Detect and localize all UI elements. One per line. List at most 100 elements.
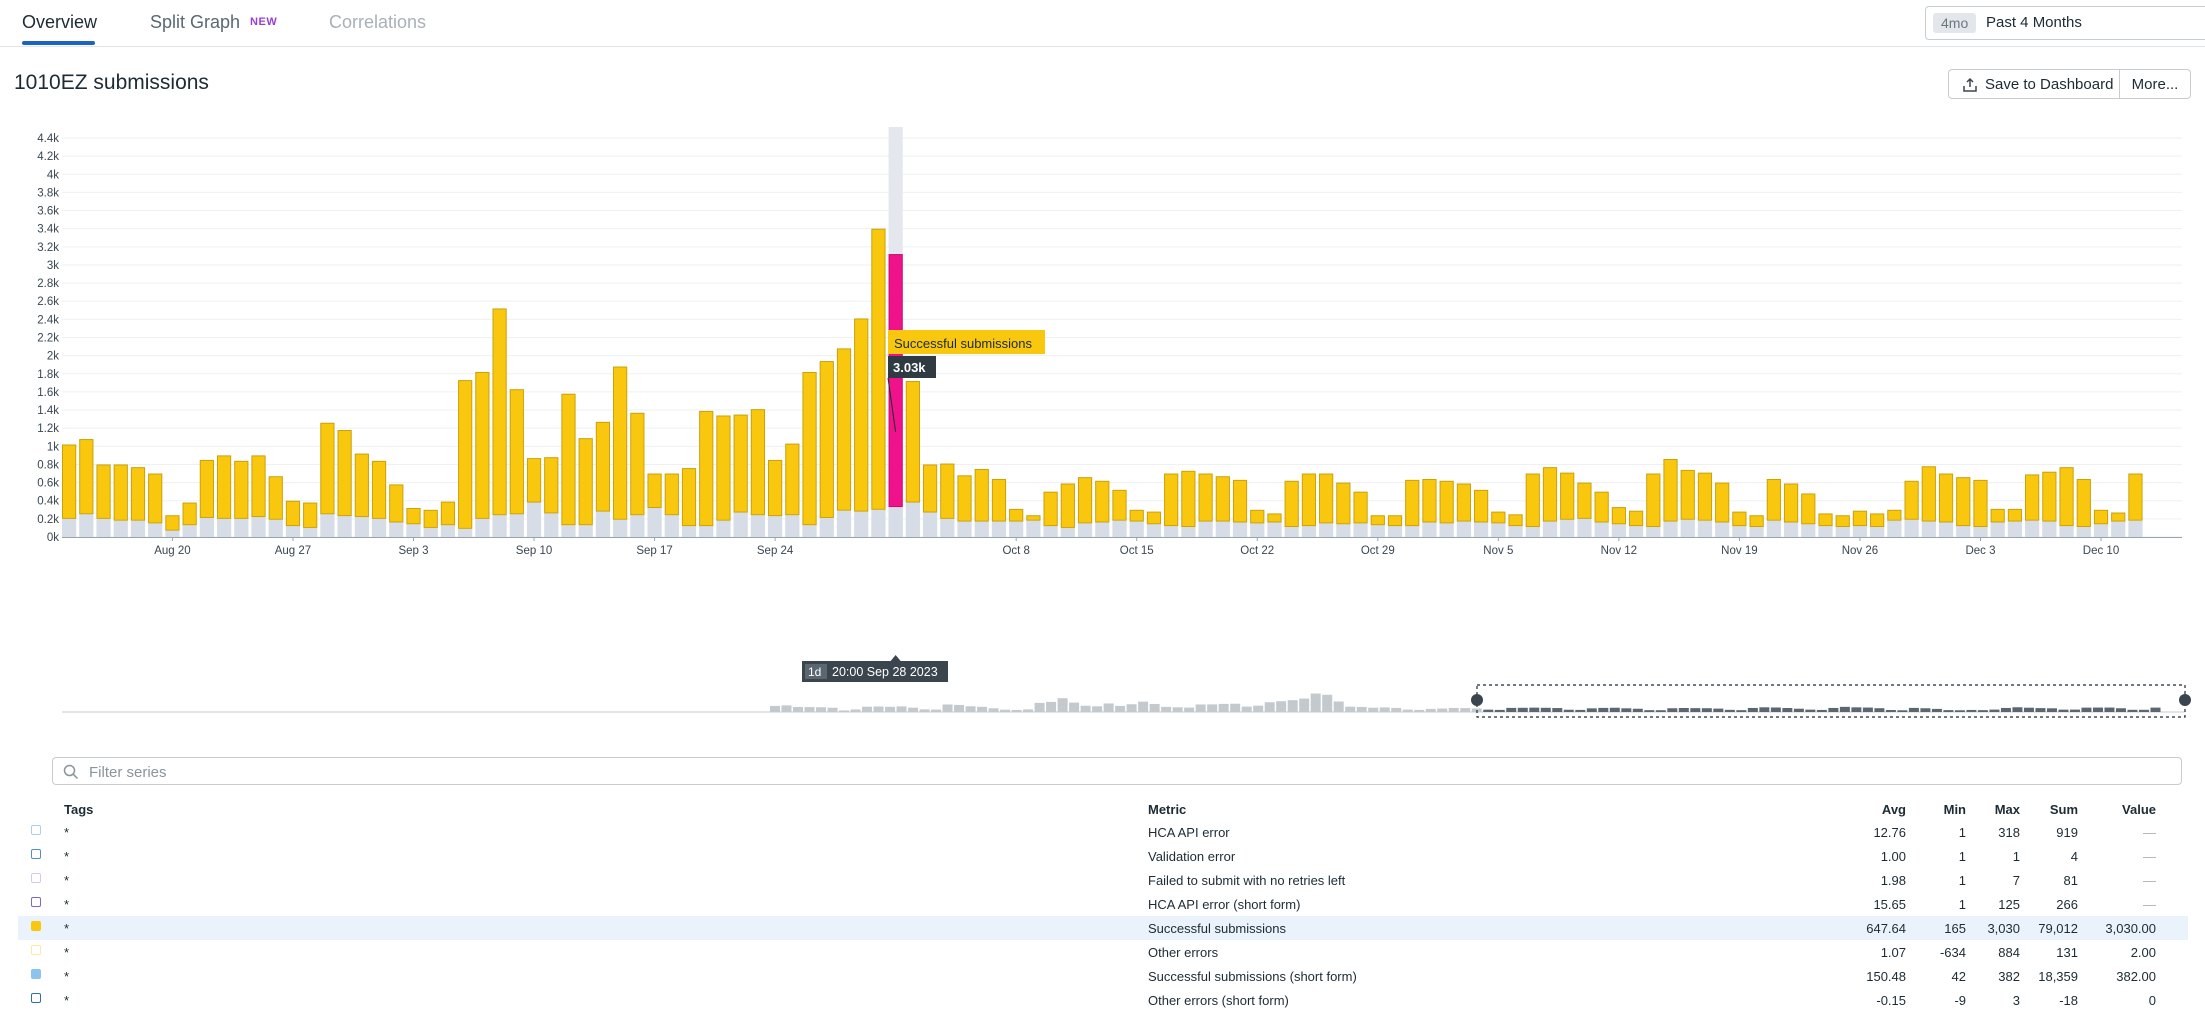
bar-successful[interactable] xyxy=(664,473,679,516)
bar-short-form[interactable] xyxy=(148,523,163,537)
bar-successful[interactable] xyxy=(2128,473,2143,521)
bar-short-form[interactable] xyxy=(1525,527,1540,537)
bar-short-form[interactable] xyxy=(1749,527,1764,537)
bar-successful[interactable] xyxy=(750,409,766,516)
bar-short-form[interactable] xyxy=(389,522,404,537)
bar-short-form[interactable] xyxy=(922,512,938,537)
bar-successful[interactable] xyxy=(2059,467,2074,527)
bar-short-form[interactable] xyxy=(1491,523,1506,537)
bar-short-form[interactable] xyxy=(458,528,473,537)
bar-successful[interactable] xyxy=(1164,473,1179,527)
bar-short-form[interactable] xyxy=(1783,522,1799,537)
bar-short-form[interactable] xyxy=(1508,526,1523,537)
bar-short-form[interactable] xyxy=(1301,526,1317,537)
bar-short-form[interactable] xyxy=(544,513,559,537)
bar-successful[interactable] xyxy=(1560,472,1575,520)
bar-short-form[interactable] xyxy=(1112,520,1127,537)
bar-successful[interactable] xyxy=(406,507,421,525)
bar-short-form[interactable] xyxy=(113,520,128,537)
bar-successful[interactable] xyxy=(216,455,232,519)
legend-row[interactable]: * Other errors 1.07 -634 884 131 2.00 xyxy=(18,940,2188,964)
bar-successful[interactable] xyxy=(922,464,938,513)
bar-successful[interactable] xyxy=(1198,473,1213,522)
more-button[interactable]: More... xyxy=(2119,69,2191,99)
tab-overview[interactable]: Overview xyxy=(22,12,97,33)
bar-short-form[interactable] xyxy=(1043,526,1058,537)
tab-correlations[interactable]: Correlations xyxy=(329,12,426,33)
bar-short-form[interactable] xyxy=(182,525,197,537)
bar-successful[interactable] xyxy=(1026,515,1041,521)
bar-successful[interactable] xyxy=(1663,459,1678,522)
bar-successful[interactable] xyxy=(1060,483,1075,528)
bar-successful[interactable] xyxy=(130,467,146,521)
bar-short-form[interactable] xyxy=(285,526,301,537)
bar-short-form[interactable] xyxy=(268,519,283,537)
bar-successful[interactable] xyxy=(1009,508,1024,522)
bar-successful[interactable] xyxy=(647,473,662,508)
bar-successful[interactable] xyxy=(785,443,800,516)
bar-short-form[interactable] xyxy=(2007,521,2023,537)
bar-short-form[interactable] xyxy=(854,511,869,537)
bar-short-form[interactable] xyxy=(1990,522,2005,537)
bar-short-form[interactable] xyxy=(1370,525,1385,537)
bar-successful[interactable] xyxy=(1938,473,1954,523)
bar-successful[interactable] xyxy=(1370,515,1385,526)
bar-successful[interactable] xyxy=(354,453,369,518)
bar-short-form[interactable] xyxy=(1405,526,1420,537)
bar-successful[interactable] xyxy=(1973,479,1988,528)
bar-short-form[interactable] xyxy=(1938,522,1954,537)
bar-successful[interactable] xyxy=(1405,479,1420,527)
legend-row[interactable]: * Validation error 1.00 1 1 4 — xyxy=(18,844,2188,868)
bar-short-form[interactable] xyxy=(1870,527,1885,537)
bar-short-form[interactable] xyxy=(216,518,232,537)
legend-row[interactable]: * Successful submissions 647.64 165 3,030 79,… xyxy=(18,916,2188,940)
bar-short-form[interactable] xyxy=(1835,527,1850,537)
bar-successful[interactable] xyxy=(1715,482,1730,523)
bar-successful[interactable] xyxy=(1577,482,1592,519)
bar-successful[interactable] xyxy=(1043,491,1058,527)
bar-short-form[interactable] xyxy=(96,518,111,537)
bar-short-form[interactable] xyxy=(1232,522,1248,537)
bar-successful[interactable] xyxy=(1095,480,1110,523)
bar-successful[interactable] xyxy=(2007,508,2023,522)
bar-successful[interactable] xyxy=(578,438,593,526)
bar-successful[interactable] xyxy=(79,439,94,515)
bar-successful[interactable] xyxy=(1232,479,1248,523)
bar-short-form[interactable] xyxy=(802,525,817,537)
bar-short-form[interactable] xyxy=(871,509,886,537)
bar-short-form[interactable] xyxy=(1663,521,1678,537)
bar-short-form[interactable] xyxy=(750,515,765,537)
bar-successful[interactable] xyxy=(1732,511,1747,527)
bar-short-form[interactable] xyxy=(1422,522,1437,537)
bar-successful[interactable] xyxy=(699,410,714,527)
bar-short-form[interactable] xyxy=(423,527,438,537)
bar-short-form[interactable] xyxy=(1387,526,1403,537)
col-metric[interactable]: Metric xyxy=(1148,802,1186,817)
bar-successful[interactable] xyxy=(1887,509,1902,521)
bar-short-form[interactable] xyxy=(1181,527,1196,537)
bar-short-form[interactable] xyxy=(251,517,266,537)
bar-short-form[interactable] xyxy=(733,512,748,537)
bar-short-form[interactable] xyxy=(1577,518,1592,537)
range-handle-left[interactable] xyxy=(1471,694,1483,706)
bar-successful[interactable] xyxy=(544,457,559,514)
bar-successful[interactable] xyxy=(1956,477,1971,527)
bar-successful[interactable] xyxy=(234,460,249,519)
bar-short-form[interactable] xyxy=(974,521,989,537)
bar-successful[interactable] xyxy=(1852,510,1868,527)
bar-successful[interactable] xyxy=(371,460,387,519)
bar-short-form[interactable] xyxy=(2111,521,2126,537)
bar-short-form[interactable] xyxy=(905,502,920,537)
bar-successful[interactable] xyxy=(458,380,473,529)
bar-short-form[interactable] xyxy=(1680,519,1695,537)
bar-successful[interactable] xyxy=(320,422,335,515)
bar-successful[interactable] xyxy=(1077,477,1093,524)
bar-short-form[interactable] xyxy=(1801,524,1816,537)
bar-short-form[interactable] xyxy=(1319,523,1334,537)
bar-successful[interactable] xyxy=(1456,483,1472,522)
series-toggle-checkbox[interactable] xyxy=(31,945,41,955)
tab-split-graph[interactable]: Split Graph NEW xyxy=(150,12,277,33)
bar-short-form[interactable] xyxy=(199,517,214,537)
bar-short-form[interactable] xyxy=(1732,526,1747,537)
bar-successful[interactable] xyxy=(1628,510,1644,527)
